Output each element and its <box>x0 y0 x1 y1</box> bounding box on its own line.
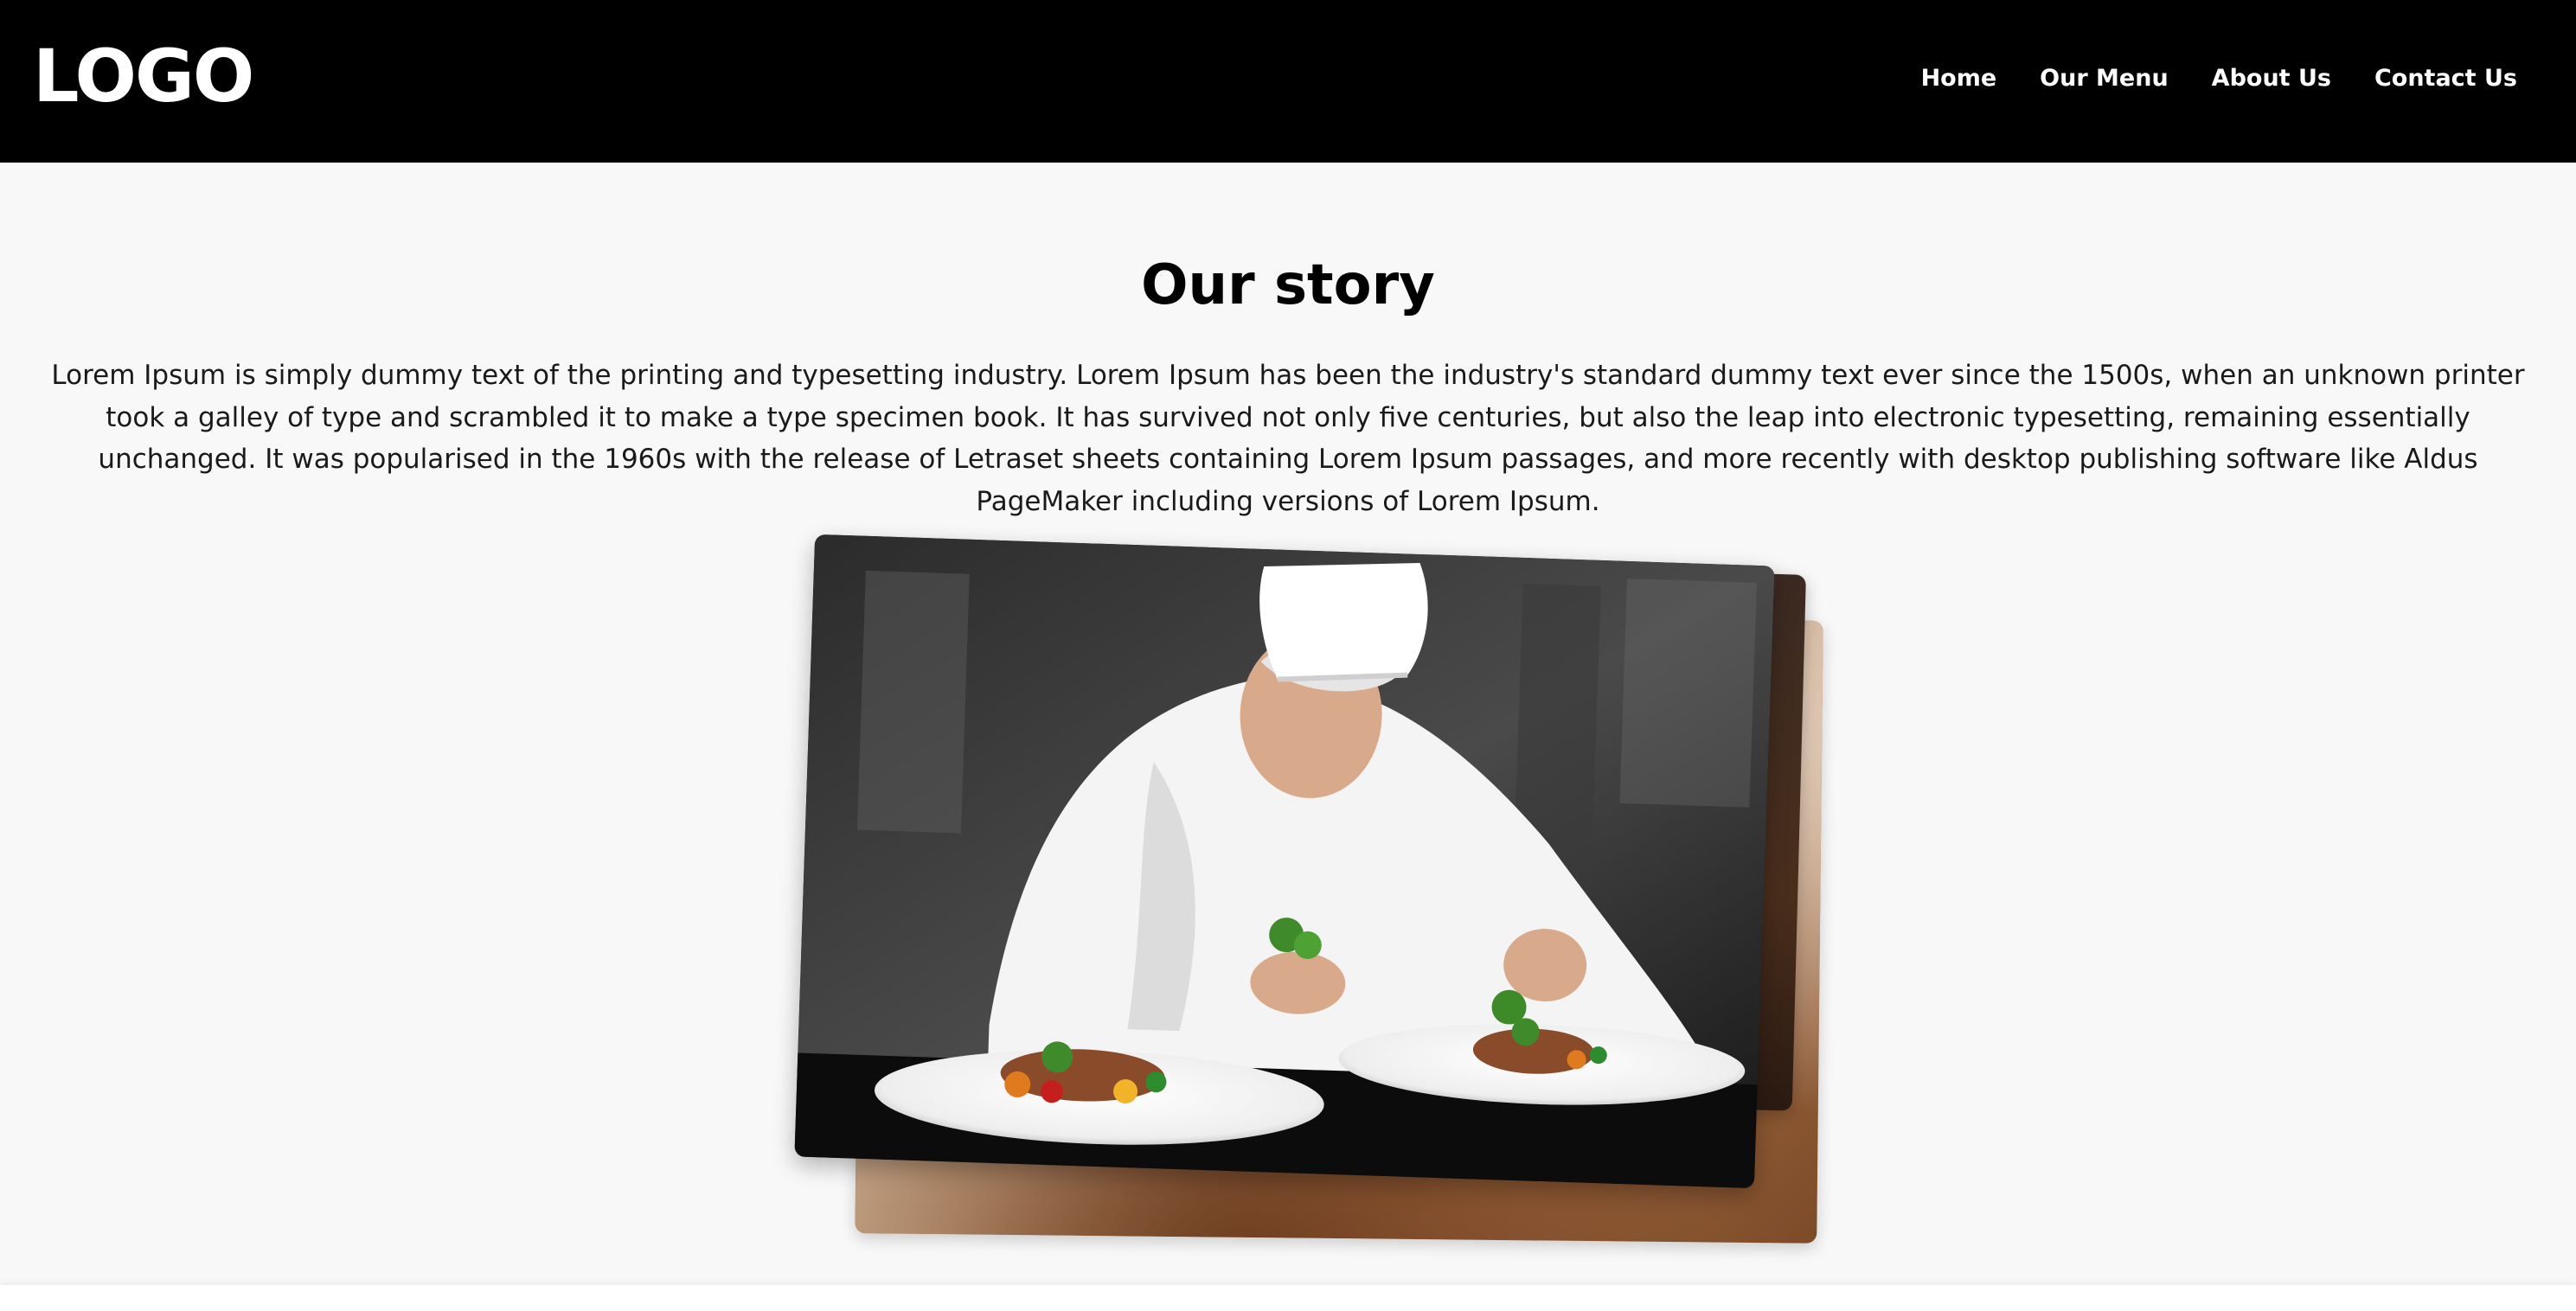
main-nav: Home Our Menu About Us Contact Us <box>1921 62 2517 95</box>
section-title: Our story <box>1141 253 1435 317</box>
footer-edge <box>0 1285 2576 1311</box>
nav-home[interactable]: Home <box>1921 62 1997 95</box>
nav-our-menu[interactable]: Our Menu <box>2040 62 2169 95</box>
nav-about-us[interactable]: About Us <box>2212 62 2331 95</box>
story-text: Lorem Ipsum is simply dummy text of the … <box>51 360 2525 517</box>
site-header: LOGO Home Our Menu About Us Contact Us <box>0 0 2576 163</box>
chef-plating-photo <box>794 534 1775 1189</box>
logo[interactable]: LOGO <box>33 33 254 119</box>
chef-illustration <box>794 534 1775 1189</box>
nav-contact-us[interactable]: Contact Us <box>2374 62 2517 95</box>
